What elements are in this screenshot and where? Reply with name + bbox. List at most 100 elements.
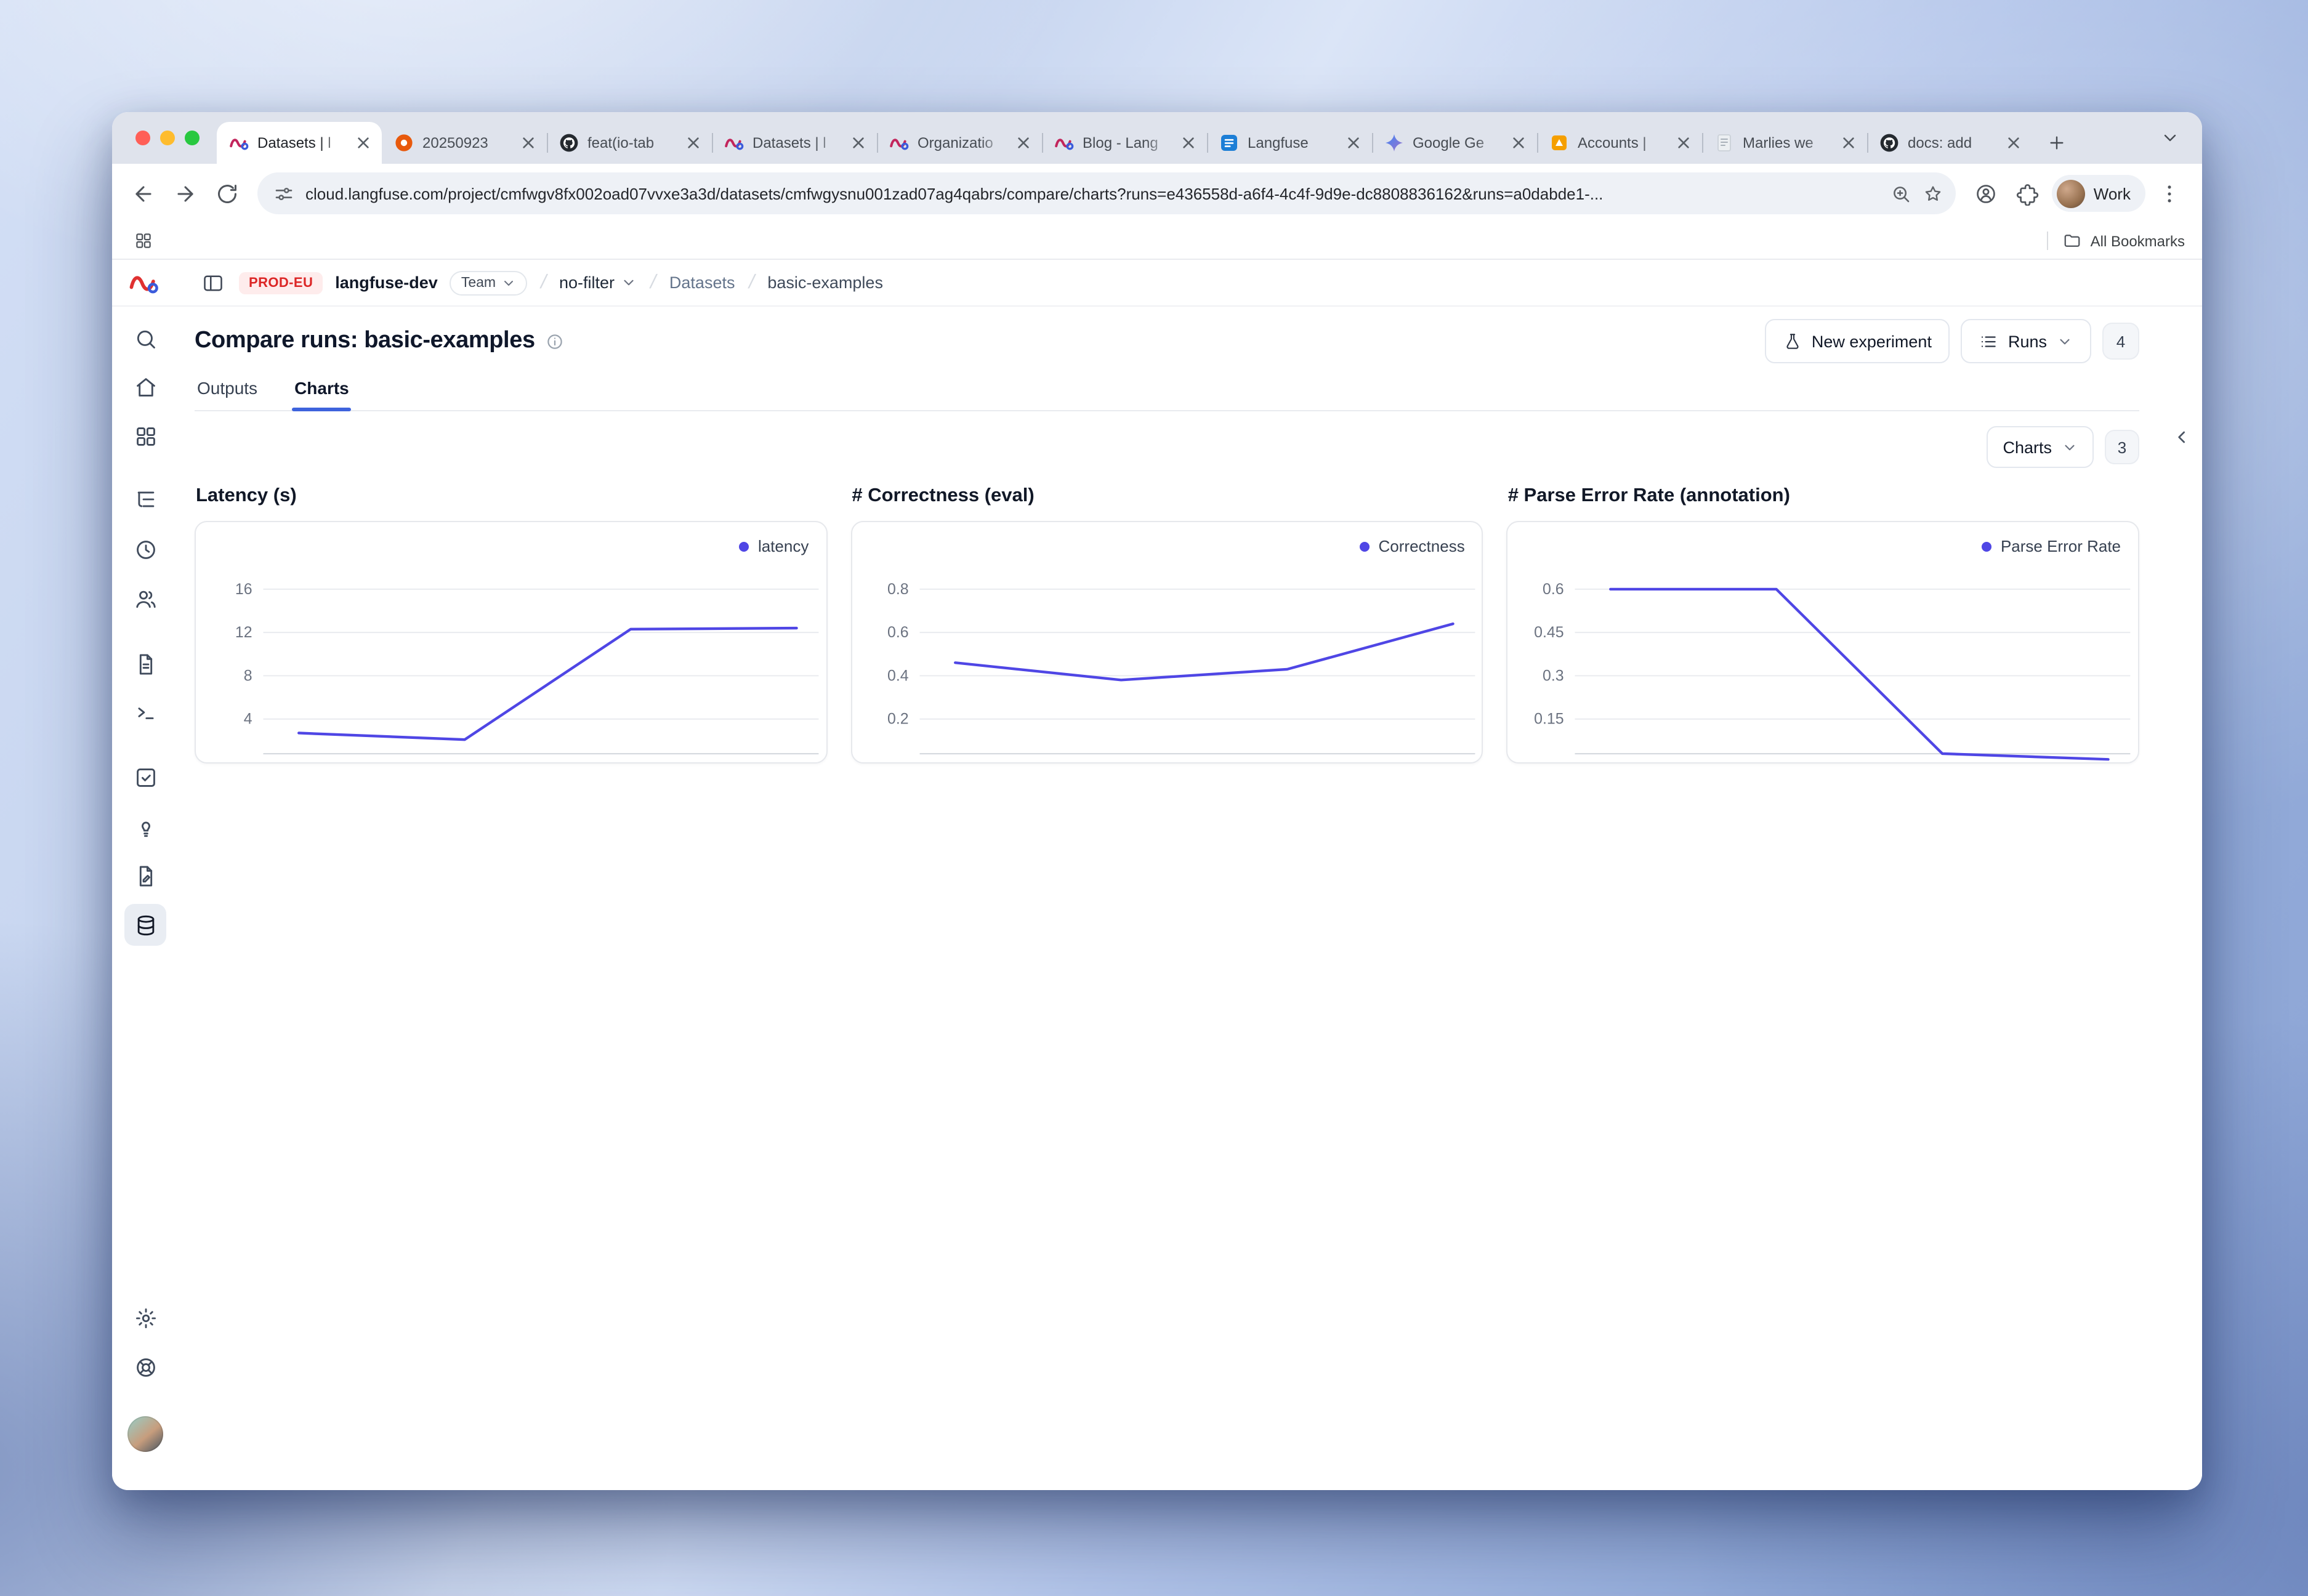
account-status-icon[interactable] <box>1966 172 2007 214</box>
tab-title: 20250923 <box>422 134 510 151</box>
browser-profile-chip[interactable]: Work <box>2052 175 2145 212</box>
profile-avatar <box>2057 179 2085 208</box>
minimize-window-button[interactable] <box>160 131 175 145</box>
charts-grid: Latency (s) 161284 latency # Correctness… <box>195 485 2139 764</box>
org-role-pill[interactable]: Team <box>450 270 527 295</box>
sidebar-item-tracing[interactable] <box>124 478 166 520</box>
sidebar-item-prompts[interactable] <box>124 643 166 685</box>
tab-close-icon[interactable] <box>1179 133 1198 153</box>
new-tab-button[interactable] <box>2040 126 2074 160</box>
browser-tab[interactable]: Google Ge <box>1372 122 1537 164</box>
tab-strip: Datasets | l 20250923 feat(io-tab Datase… <box>112 112 2202 164</box>
gear-icon <box>134 1306 157 1329</box>
tab-close-icon[interactable] <box>1839 133 1858 153</box>
browser-tab[interactable]: Accounts | <box>1537 122 1702 164</box>
tab-close-icon[interactable] <box>1014 133 1033 153</box>
sidebar-item-users[interactable] <box>124 578 166 619</box>
browser-tab[interactable]: docs: add <box>1867 122 2032 164</box>
file-text-icon <box>134 652 157 675</box>
bookmark-star-icon[interactable] <box>1923 183 1943 204</box>
browser-tab[interactable]: Marlies we <box>1702 122 1867 164</box>
breadcrumb-separator: / <box>647 272 660 294</box>
sidebar-item-home[interactable] <box>124 366 166 408</box>
tab-close-icon[interactable] <box>849 133 868 153</box>
tab-outputs[interactable]: Outputs <box>195 368 260 410</box>
sidebar-item-ideas[interactable] <box>124 807 166 848</box>
browser-toolbar: cloud.langfuse.com/project/cmfwgv8fx002o… <box>112 164 2202 223</box>
users-icon <box>134 587 157 610</box>
url-text[interactable]: cloud.langfuse.com/project/cmfwgv8fx002o… <box>305 184 1879 203</box>
browser-menu-kebab-icon[interactable] <box>2148 172 2190 214</box>
tab-search-chevron-icon[interactable] <box>2153 121 2187 155</box>
collapse-panel-chevron-icon[interactable] <box>2165 421 2197 453</box>
close-window-button[interactable] <box>135 131 150 145</box>
tab-close-icon[interactable] <box>1674 133 1693 153</box>
user-avatar[interactable] <box>127 1416 163 1452</box>
tab-close-icon[interactable] <box>353 133 373 153</box>
browser-tab[interactable]: 20250923 <box>382 122 547 164</box>
sidebar-item-sessions[interactable] <box>124 528 166 570</box>
svg-text:0.3: 0.3 <box>1543 667 1565 684</box>
tab-close-icon[interactable] <box>2004 133 2024 153</box>
divider <box>2048 232 2049 250</box>
breadcrumb-separator: / <box>536 272 549 294</box>
org-name[interactable]: langfuse-dev <box>335 273 438 292</box>
search-icon <box>134 327 157 350</box>
tab-charts[interactable]: Charts <box>292 368 352 410</box>
sidebar-toggle-icon[interactable] <box>195 267 227 299</box>
runs-dropdown-button[interactable]: Runs <box>1961 319 2091 363</box>
chart-title: # Parse Error Rate (annotation) <box>1508 485 2139 510</box>
chevron-down-icon <box>2062 439 2078 455</box>
browser-tab[interactable]: Organizatio <box>877 122 1042 164</box>
back-button[interactable] <box>122 172 164 214</box>
browser-tab[interactable]: Datasets | l <box>217 122 382 164</box>
sidebar-item-annotation[interactable] <box>124 855 166 897</box>
page-tabs: Outputs Charts <box>195 368 2139 411</box>
browser-tab[interactable]: feat(io-tab <box>547 122 712 164</box>
zoom-icon[interactable] <box>1890 183 1911 204</box>
sidebar-item-playground[interactable] <box>124 691 166 733</box>
extensions-puzzle-icon[interactable] <box>2007 172 2049 214</box>
all-bookmarks-button[interactable]: All Bookmarks <box>2064 232 2185 250</box>
tab-title: Google Ge <box>1413 134 1500 151</box>
tab-close-icon[interactable] <box>1344 133 1363 153</box>
legend-dot-icon <box>740 541 749 551</box>
sidebar-item-support[interactable] <box>124 1346 166 1388</box>
charts-dropdown-button[interactable]: Charts <box>1987 426 2094 468</box>
langfuse-app: PROD-EU langfuse-dev Team / no-filter / … <box>112 260 2202 1490</box>
bookmarks-bar: All Bookmarks <box>112 223 2202 260</box>
apps-grid-icon[interactable] <box>127 226 156 256</box>
breadcrumb-datasets[interactable]: Datasets <box>669 273 735 292</box>
breadcrumb-dataset-name[interactable]: basic-examples <box>767 273 883 292</box>
sidebar-item-settings[interactable] <box>124 1297 166 1339</box>
project-selector[interactable]: no-filter <box>559 273 637 292</box>
zoom-window-button[interactable] <box>185 131 200 145</box>
tab-close-icon[interactable] <box>684 133 703 153</box>
site-settings-icon[interactable] <box>273 183 294 204</box>
flask-icon <box>1783 332 1802 350</box>
new-experiment-button[interactable]: New experiment <box>1765 319 1950 363</box>
charts-count-badge: 3 <box>2105 430 2139 464</box>
legend-dot-icon <box>1360 541 1370 551</box>
lightbulb-icon <box>134 816 157 839</box>
sidebar-item-dashboards[interactable] <box>124 415 166 457</box>
clock-icon <box>134 538 157 561</box>
chart-legend: Parse Error Rate <box>1982 537 2121 555</box>
address-bar[interactable]: cloud.langfuse.com/project/cmfwgv8fx002o… <box>257 172 1956 214</box>
tab-close-icon[interactable] <box>518 133 538 153</box>
browser-tab[interactable]: Blog - Lang <box>1042 122 1207 164</box>
browser-tab[interactable]: Datasets | l <box>712 122 877 164</box>
svg-text:12: 12 <box>235 624 252 641</box>
tab-close-icon[interactable] <box>1509 133 1528 153</box>
environment-badge: PROD-EU <box>239 272 323 294</box>
forward-button[interactable] <box>164 172 206 214</box>
gray-page-icon <box>1714 133 1734 153</box>
browser-tab[interactable]: Langfuse <box>1207 122 1372 164</box>
sidebar-item-evaluation[interactable] <box>124 756 166 798</box>
reload-button[interactable] <box>206 172 248 214</box>
info-icon[interactable] <box>546 332 565 350</box>
terminal-icon <box>134 700 157 723</box>
sidebar-item-datasets[interactable] <box>124 904 166 946</box>
app-body: Compare runs: basic-examples New experim… <box>112 307 2202 1490</box>
sidebar-item-search[interactable] <box>124 318 166 360</box>
